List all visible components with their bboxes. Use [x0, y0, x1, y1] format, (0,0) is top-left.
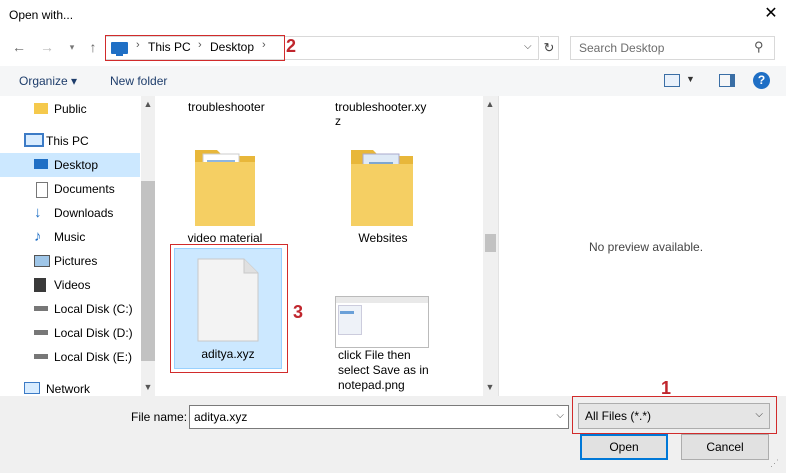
network-icon [24, 382, 40, 394]
sidebar-item-label: Documents [54, 182, 115, 196]
title-bar [0, 0, 786, 30]
file-label-line: select Save as in [338, 363, 429, 377]
file-list: troubleshooter troubleshooter.xy z video… [155, 96, 483, 396]
cancel-button[interactable]: Cancel [681, 434, 769, 460]
navigation-pane: Public This PC Desktop Documents ↓ Downl… [0, 96, 155, 396]
sidebar-item-downloads[interactable]: ↓ Downloads [0, 201, 140, 225]
file-label-line: z [335, 114, 341, 128]
folder-item-websites[interactable]: Websites [343, 140, 423, 245]
music-icon: ♪ [34, 228, 42, 245]
sidebar-item-this-pc[interactable]: This PC [0, 129, 140, 153]
file-name-value: aditya.xyz [194, 410, 248, 424]
file-label-line: click File then [338, 348, 411, 362]
up-arrow-icon[interactable]: ↑ [84, 38, 102, 56]
sidebar-item-label: Videos [54, 278, 91, 292]
refresh-icon[interactable]: ↻ [540, 36, 559, 60]
sidebar-item-local-disk-d[interactable]: Local Disk (D:) [0, 321, 140, 345]
folder-icon [34, 103, 48, 114]
help-icon[interactable]: ? [753, 72, 770, 89]
documents-icon [36, 182, 48, 198]
annotation-number-1: 1 [661, 378, 672, 398]
file-list-scrollbar[interactable]: ▲ ▼ [483, 96, 498, 396]
scrollbar-thumb[interactable] [485, 234, 496, 252]
downloads-icon: ↓ [34, 204, 42, 221]
sidebar-item-local-disk-e[interactable]: Local Disk (E:) [0, 345, 140, 369]
organize-menu[interactable]: Organize ▾ [19, 74, 77, 88]
address-dropdown-icon[interactable]: ⌵ [524, 41, 532, 52]
pc-icon [24, 133, 44, 147]
back-arrow-icon[interactable]: ← [10, 38, 28, 56]
thumbnail-titlebar [336, 297, 428, 303]
forward-arrow-icon[interactable]: → [38, 38, 56, 56]
scroll-up-icon[interactable]: ▲ [483, 99, 497, 109]
desktop-icon [34, 159, 48, 169]
view-dropdown-icon[interactable]: ▼ [686, 74, 695, 84]
preview-pane-icon[interactable] [719, 74, 735, 87]
sidebar-item-videos[interactable]: Videos [0, 273, 140, 297]
preview-pane: No preview available. [498, 96, 786, 396]
folder-label: Websites [358, 231, 408, 245]
annotation-number-2: 2 [286, 36, 297, 56]
folder-icon [195, 150, 255, 226]
sidebar-item-label: Public [54, 102, 87, 116]
sidebar-item-documents[interactable]: Documents [0, 177, 140, 201]
view-options-icon[interactable] [664, 74, 680, 87]
thumbnail-menu [338, 305, 362, 335]
scroll-down-icon[interactable]: ▼ [483, 382, 497, 392]
sidebar-item-label: Music [54, 230, 86, 244]
sidebar-item-public[interactable]: Public [0, 97, 140, 121]
scroll-up-icon[interactable]: ▲ [141, 99, 155, 109]
close-icon[interactable]: ✕ [762, 5, 780, 23]
resize-grip-icon[interactable]: ⋰ [770, 458, 779, 469]
annotation-box-selected-file [170, 244, 288, 373]
sidebar-item-music[interactable]: ♪ Music [0, 225, 140, 249]
open-button[interactable]: Open [580, 434, 668, 460]
file-name-input[interactable]: aditya.xyz ⌵ [189, 405, 569, 429]
scroll-down-icon[interactable]: ▼ [141, 382, 155, 392]
window-title: Open with... [9, 8, 74, 22]
chevron-down-icon[interactable]: ⌵ [556, 410, 564, 421]
sidebar-item-desktop[interactable]: Desktop [0, 153, 140, 177]
file-label-line: notepad.png [338, 378, 405, 392]
folder-label: video material [187, 231, 263, 245]
file-label-notepad-png[interactable]: click File then select Save as in notepa… [338, 348, 458, 393]
search-placeholder: Search Desktop [579, 41, 665, 55]
scrollbar-thumb[interactable] [141, 181, 155, 361]
sidebar-item-label: Local Disk (E:) [54, 350, 133, 364]
folder-icon [351, 150, 413, 226]
sidebar-item-label: Local Disk (C:) [54, 302, 133, 316]
sidebar-item-pictures[interactable]: Pictures [0, 249, 140, 273]
thumbnail-highlight [340, 311, 354, 314]
sidebar-item-label: Desktop [54, 158, 99, 172]
disk-icon [34, 354, 48, 359]
file-label-troubleshooter[interactable]: troubleshooter [188, 100, 265, 114]
file-label-troubleshooter-xyz[interactable]: troubleshooter.xy z [335, 100, 426, 128]
image-thumbnail[interactable] [335, 296, 429, 348]
search-icon: ⚲ [754, 39, 764, 54]
sidebar-item-label: Downloads [54, 206, 114, 220]
sidebar-item-label: Network [46, 382, 91, 396]
new-folder-button[interactable]: New folder [110, 74, 167, 88]
annotation-box-address [105, 35, 285, 61]
sidebar-item-label: This PC [46, 134, 89, 148]
recent-locations-chevron-icon[interactable]: ▾ [63, 38, 81, 56]
sidebar-scrollbar[interactable]: ▲ ▼ [141, 96, 155, 396]
pictures-icon [34, 255, 50, 267]
annotation-number-3: 3 [293, 302, 304, 322]
sidebar-item-label: Pictures [54, 254, 98, 268]
annotation-box-file-type [572, 396, 777, 434]
disk-icon [34, 306, 48, 311]
sidebar-item-label: Local Disk (D:) [54, 326, 133, 340]
preview-message: No preview available. [589, 240, 704, 254]
folder-item-video-material[interactable]: video material [185, 140, 265, 245]
videos-icon [34, 278, 46, 292]
disk-icon [34, 330, 48, 335]
sidebar-item-local-disk-c[interactable]: Local Disk (C:) [0, 297, 140, 321]
file-label-line: troubleshooter.xy [335, 100, 427, 114]
file-name-label: File name: [131, 410, 188, 424]
search-input[interactable]: Search Desktop ⚲ [570, 36, 775, 60]
